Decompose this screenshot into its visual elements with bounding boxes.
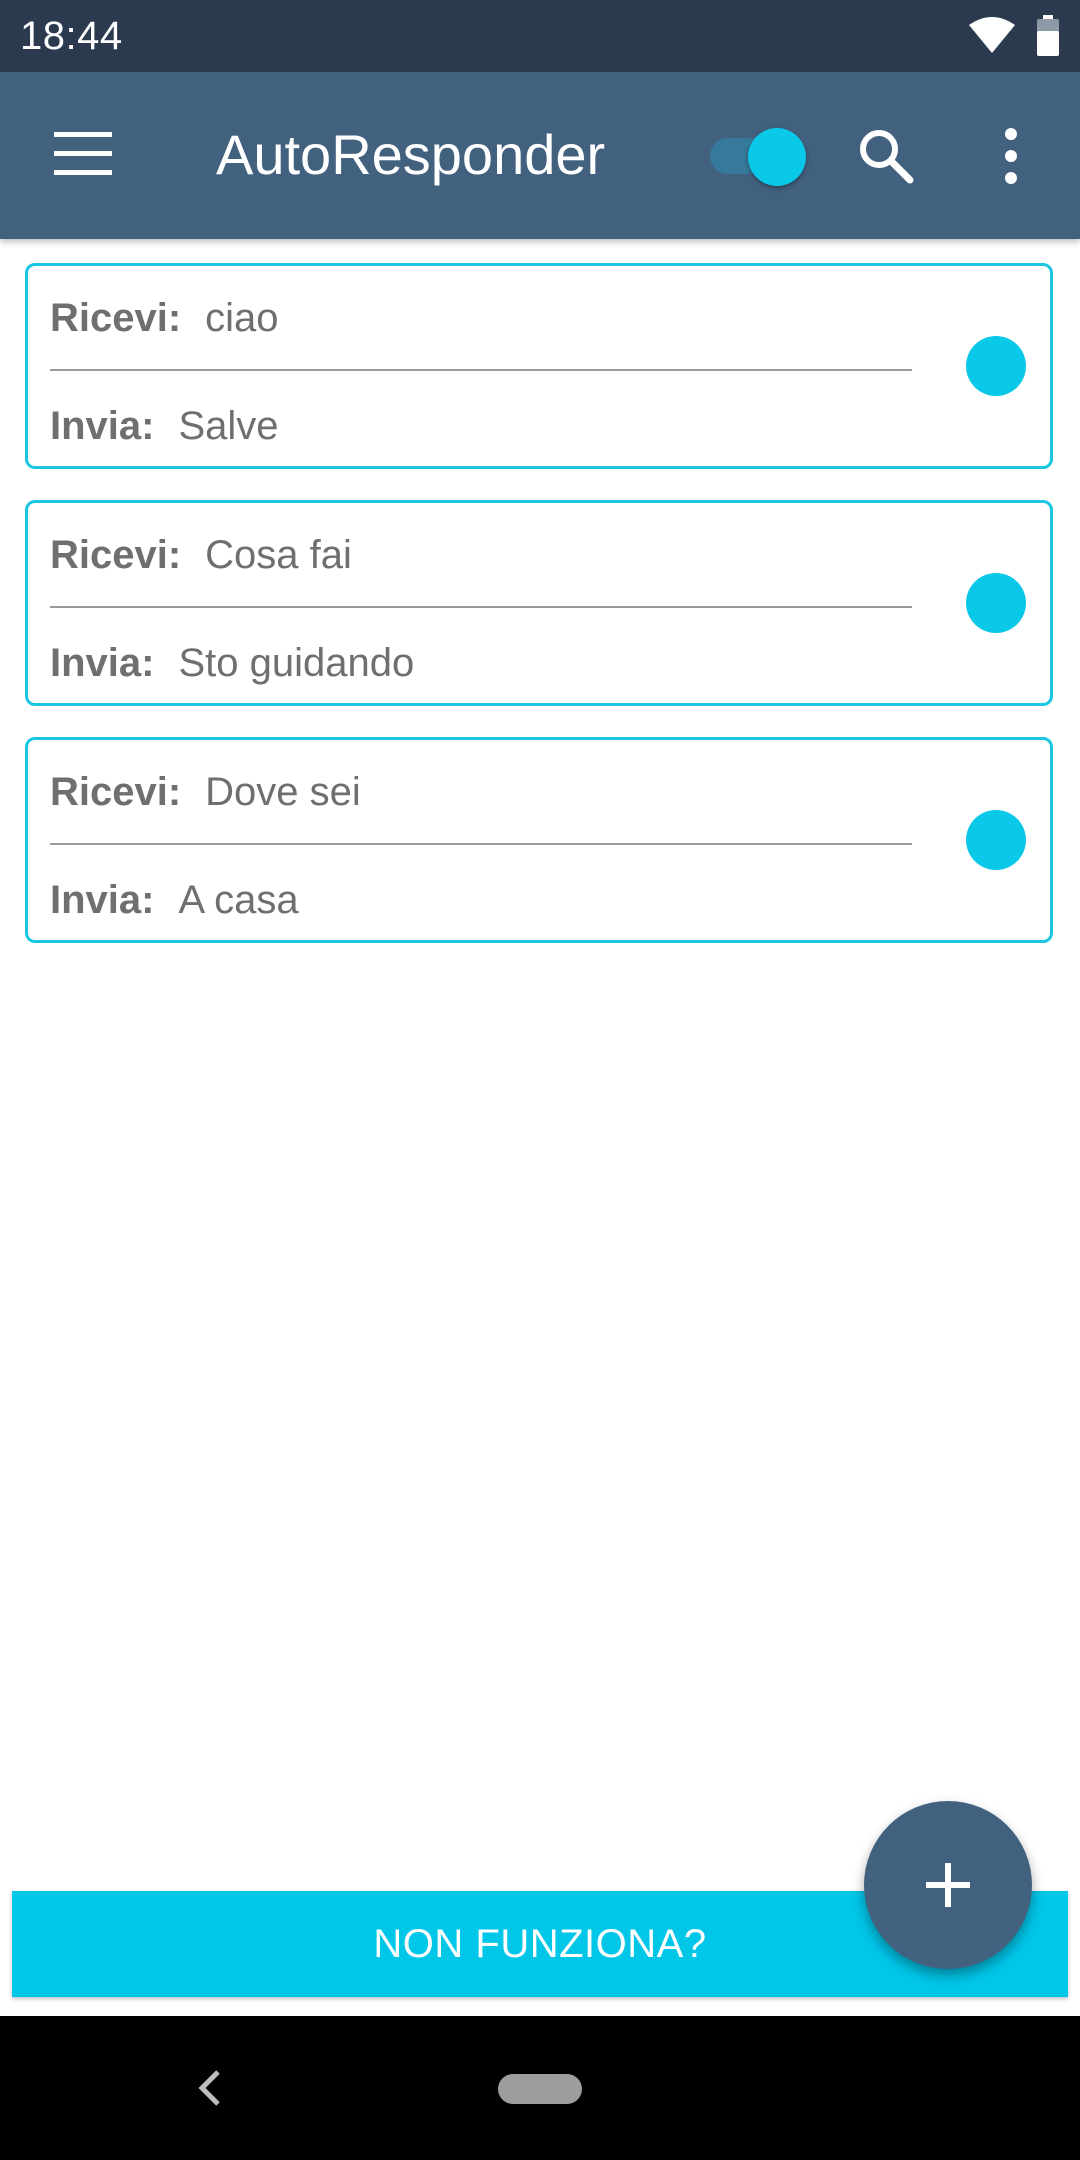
rule-enabled-indicator[interactable] (966, 810, 1026, 870)
receive-label: Ricevi: (50, 769, 182, 814)
receive-label: Ricevi: (50, 295, 182, 340)
send-value: A casa (178, 877, 299, 922)
service-toggle[interactable] (706, 122, 806, 186)
battery-icon (1037, 15, 1059, 56)
receive-label: Ricevi: (50, 532, 182, 577)
overflow-menu-button[interactable] (996, 128, 1026, 184)
rule-card[interactable]: Ricevi: ciao Invia: Salve (25, 263, 1053, 469)
status-icons (968, 14, 1060, 58)
send-value: Salve (178, 403, 279, 448)
more-vert-icon (1005, 128, 1017, 184)
divider (50, 369, 912, 371)
send-label: Invia: (50, 403, 155, 448)
rule-enabled-indicator[interactable] (966, 573, 1026, 633)
rule-enabled-indicator[interactable] (966, 336, 1026, 396)
divider (50, 606, 912, 608)
add-rule-button[interactable] (864, 1801, 1032, 1969)
send-label: Invia: (50, 877, 155, 922)
receive-value: Cosa fai (205, 532, 352, 577)
back-icon (198, 2070, 220, 2106)
search-button[interactable] (858, 128, 914, 184)
send-row: Invia: Sto guidando (50, 633, 414, 693)
wifi-icon (969, 17, 1015, 53)
receive-row: Ricevi: Dove sei (50, 762, 361, 822)
screen: 18:44 AutoResponder Ricevi: ciao Invia: … (0, 0, 1080, 2160)
menu-icon (54, 132, 112, 175)
app-bar: AutoResponder (0, 72, 1080, 239)
rule-card[interactable]: Ricevi: Cosa fai Invia: Sto guidando (25, 500, 1053, 706)
plus-icon (926, 1863, 970, 1907)
divider (50, 843, 912, 845)
app-title: AutoResponder (216, 123, 606, 186)
toggle-thumb (748, 128, 806, 186)
receive-value: ciao (205, 295, 279, 340)
back-button[interactable] (196, 2068, 224, 2108)
send-row: Invia: A casa (50, 870, 299, 930)
send-row: Invia: Salve (50, 396, 279, 456)
send-value: Sto guidando (178, 640, 415, 685)
receive-value: Dove sei (205, 769, 361, 814)
home-pill[interactable] (498, 2074, 582, 2104)
menu-button[interactable] (54, 132, 112, 176)
receive-row: Ricevi: ciao (50, 288, 279, 348)
status-bar: 18:44 (0, 0, 1080, 72)
rule-card[interactable]: Ricevi: Dove sei Invia: A casa (25, 737, 1053, 943)
status-time: 18:44 (20, 14, 123, 58)
send-label: Invia: (50, 640, 155, 685)
search-icon (860, 130, 914, 184)
system-nav-bar (0, 2016, 1080, 2160)
receive-row: Ricevi: Cosa fai (50, 525, 352, 585)
